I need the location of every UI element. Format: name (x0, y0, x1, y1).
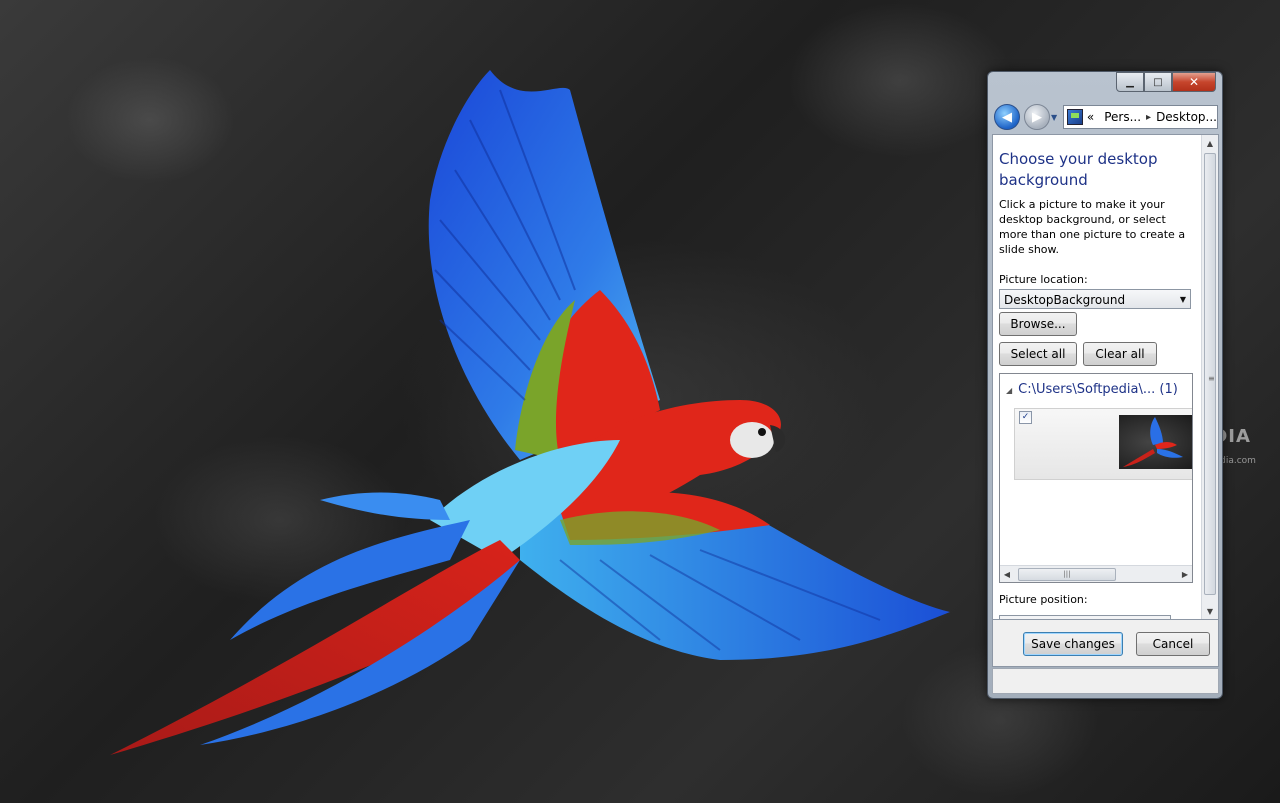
scroll-down-icon[interactable]: ▼ (1202, 603, 1218, 619)
clear-all-button[interactable]: Clear all (1083, 342, 1157, 366)
breadcrumb-overflow[interactable]: « (1087, 110, 1094, 124)
back-button[interactable]: ◀ (994, 104, 1020, 130)
dialog-footer: Save changes Cancel (992, 620, 1219, 667)
forward-arrow-icon: ▶ (1032, 109, 1042, 125)
browse-button[interactable]: Browse... (999, 312, 1077, 336)
desktop-background-window: ▁ □ ✕ ◀ ▶ ▼ « Pers... ▸ Desktop... Choos… (987, 71, 1223, 699)
scroll-right-icon[interactable]: ▶ (1178, 566, 1192, 582)
picture-list-horizontal-scrollbar[interactable]: ◀ ||| ▶ (1000, 565, 1192, 582)
recent-pages-dropdown-icon[interactable]: ▼ (1051, 113, 1057, 122)
address-bar[interactable]: « Pers... ▸ Desktop... (1063, 105, 1218, 129)
collapse-triangle-icon[interactable]: ◢ (1006, 386, 1012, 395)
maximize-button[interactable]: □ (1144, 72, 1172, 92)
thumbnail-art (1123, 417, 1183, 467)
chevron-down-icon: ▼ (1179, 295, 1186, 304)
select-all-button[interactable]: Select all (999, 342, 1077, 366)
scroll-left-icon[interactable]: ◀ (1000, 566, 1014, 582)
close-button[interactable]: ✕ (1172, 72, 1216, 92)
save-changes-button[interactable]: Save changes (1023, 632, 1123, 656)
vertical-scroll-thumb[interactable]: ≡ (1204, 153, 1216, 595)
picture-group-header[interactable]: ◢ C:\Users\Softpedia\... (1) (1006, 382, 1178, 397)
breadcrumb-personalization[interactable]: Pers... (1104, 110, 1141, 124)
picture-group-path: C:\Users\Softpedia\... (1) (1018, 382, 1178, 397)
page-title: Choose your desktop background (999, 150, 1158, 189)
forward-button[interactable]: ▶ (1024, 104, 1050, 130)
page-description: Click a picture to make it your desktop … (999, 198, 1186, 256)
macaw-thumbnail-image[interactable] (1119, 415, 1192, 469)
picture-location-select[interactable]: DesktopBackground ▼ (999, 289, 1191, 309)
navigation-bar: ◀ ▶ ▼ « Pers... ▸ Desktop... (994, 102, 1218, 132)
breadcrumb-desktop-background[interactable]: Desktop... (1156, 110, 1217, 124)
content-pane: Choose your desktop background Click a p… (992, 134, 1219, 620)
status-bar (992, 668, 1219, 694)
picture-location-label: Picture location: (999, 273, 1088, 286)
control-panel-icon (1067, 109, 1083, 125)
picture-location-value: DesktopBackground (1004, 293, 1126, 307)
back-arrow-icon: ◀ (1002, 109, 1012, 125)
picture-list: ◢ C:\Users\Softpedia\... (1) ✓ ◀ ||| ▶ (999, 373, 1193, 583)
caption-buttons: ▁ □ ✕ (1116, 72, 1216, 92)
picture-tile[interactable]: ✓ (1014, 408, 1192, 480)
cancel-button[interactable]: Cancel (1136, 632, 1210, 656)
minimize-button[interactable]: ▁ (1116, 72, 1144, 92)
horizontal-scroll-thumb[interactable]: ||| (1018, 568, 1116, 581)
picture-checkbox[interactable]: ✓ (1019, 411, 1032, 424)
scroll-up-icon[interactable]: ▲ (1202, 135, 1218, 151)
content-vertical-scrollbar[interactable]: ▲ ≡ ▼ (1201, 135, 1218, 619)
breadcrumb-separator-icon[interactable]: ▸ (1146, 112, 1151, 123)
picture-position-label: Picture position: (999, 593, 1088, 606)
